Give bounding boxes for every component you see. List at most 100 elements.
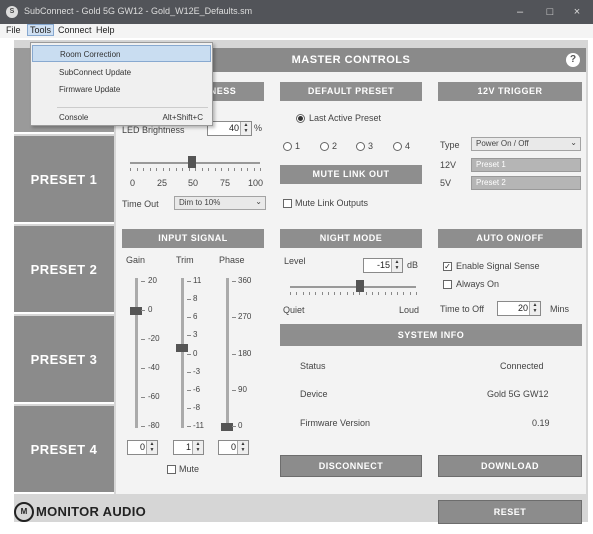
slider-tick-label: 0 <box>238 421 243 430</box>
mute-link-out-header: MUTE LINK OUT <box>280 165 422 184</box>
menu-connect[interactable]: Connect <box>56 25 94 35</box>
time-to-off-stepper[interactable]: 20 ▲ ▼ <box>497 301 541 316</box>
night-level-slider-track[interactable] <box>290 286 416 288</box>
close-button[interactable]: × <box>566 3 588 21</box>
led-tick-100: 100 <box>248 178 264 188</box>
logo-mark-icon: M <box>14 502 34 522</box>
mute-link-outputs-checkbox[interactable] <box>283 199 292 208</box>
chevron-down-icon: ⌄ <box>255 197 262 206</box>
menu-item-firmware-update[interactable]: Firmware Update <box>32 81 211 98</box>
menu-item-console[interactable]: Console Alt+Shift+C <box>32 109 211 126</box>
radio-preset-3[interactable] <box>356 142 365 151</box>
gain-stepper[interactable]: 0 ▲ ▼ <box>127 440 158 455</box>
tick-mark <box>232 281 236 282</box>
menu-help[interactable]: Help <box>94 25 117 35</box>
menu-file[interactable]: File <box>4 25 23 35</box>
slider-tick-label: -11 <box>193 421 204 430</box>
stepper-arrows-icon[interactable]: ▲ ▼ <box>237 441 248 454</box>
tick-mark <box>187 407 191 409</box>
enable-signal-sense-checkbox[interactable]: ✓ <box>443 262 452 271</box>
tick-mark <box>141 310 145 311</box>
trigger-5v-label: 5V <box>440 178 452 188</box>
sidebar-tab-preset-2[interactable]: PRESET 2 <box>14 226 114 314</box>
night-level-slider-thumb[interactable] <box>356 280 364 292</box>
phase-slider-thumb[interactable] <box>221 423 233 431</box>
system-info-header: SYSTEM INFO <box>280 324 582 346</box>
loud-label: Loud <box>399 305 420 315</box>
menu-tools[interactable]: Tools <box>27 24 55 36</box>
led-brightness-label: LED Brightness <box>122 125 185 135</box>
quiet-label: Quiet <box>283 305 305 315</box>
slider-tick-label: -8 <box>193 402 201 412</box>
tick-mark <box>253 168 255 171</box>
slider-tick-label: -40 <box>148 363 160 372</box>
tick-mark <box>296 292 298 295</box>
stepper-arrows-icon[interactable]: ▲ ▼ <box>529 302 540 315</box>
help-icon[interactable]: ? <box>566 53 580 67</box>
night-level-stepper[interactable]: -15 ▲ ▼ <box>363 258 403 273</box>
trigger-12v-dropdown[interactable]: Preset 1 <box>471 158 581 172</box>
stepper-arrows-icon[interactable]: ▲ ▼ <box>391 259 402 272</box>
tick-mark <box>232 389 236 391</box>
radio-last-active-preset[interactable] <box>296 114 305 123</box>
window-title: SubConnect - Gold 5G GW12 - Gold_W12E_De… <box>24 6 253 16</box>
phase-slider-track[interactable] <box>226 278 229 428</box>
download-button[interactable]: DOWNLOAD <box>438 455 582 477</box>
radio-preset-4[interactable] <box>393 142 402 151</box>
trigger-type-value: Power On / Off <box>476 139 529 148</box>
tick-mark <box>187 353 191 355</box>
tick-mark <box>141 281 145 282</box>
tick-mark <box>384 292 386 295</box>
phase-label: Phase <box>219 255 245 265</box>
trim-slider-track[interactable] <box>181 278 184 428</box>
gain-slider-thumb[interactable] <box>130 307 142 315</box>
stepper-arrows-icon[interactable]: ▲ ▼ <box>192 441 203 454</box>
tick-mark <box>346 292 348 295</box>
led-brightness-stepper[interactable]: 40 ▲ ▼ <box>207 121 252 136</box>
minimize-button[interactable]: – <box>509 3 531 21</box>
trim-slider-thumb[interactable] <box>176 344 188 352</box>
tick-mark <box>156 168 157 171</box>
always-on-checkbox[interactable] <box>443 280 452 289</box>
night-level-value: -15 <box>376 260 390 270</box>
maximize-button[interactable]: □ <box>539 3 561 21</box>
tick-mark <box>390 292 392 295</box>
stepper-arrows-icon[interactable]: ▲ ▼ <box>240 122 251 135</box>
tick-mark <box>141 426 145 427</box>
tick-mark <box>187 426 191 427</box>
stepper-arrows-icon[interactable]: ▲ ▼ <box>146 441 157 454</box>
slider-tick-label: 180 <box>238 348 252 358</box>
tick-mark <box>232 353 236 355</box>
trigger-type-dropdown[interactable]: Power On / Off ⌄ <box>471 137 581 151</box>
menu-item-shortcut: Alt+Shift+C <box>162 113 203 122</box>
menu-item-label: Firmware Update <box>59 85 121 94</box>
radio-preset-1-label: 1 <box>295 141 301 151</box>
tick-mark <box>187 389 191 391</box>
trim-stepper[interactable]: 1 ▲ ▼ <box>173 440 204 455</box>
menu-item-subconnect-update[interactable]: SubConnect Update <box>32 64 211 81</box>
tick-mark <box>232 426 236 427</box>
trigger-5v-value: Preset 2 <box>476 178 506 187</box>
slider-tick-label: 11 <box>193 276 202 285</box>
menu-item-room-correction[interactable]: Room Correction <box>32 45 211 62</box>
tick-mark <box>260 168 261 171</box>
tick-mark <box>141 368 145 369</box>
disconnect-button[interactable]: DISCONNECT <box>280 455 422 477</box>
radio-preset-1[interactable] <box>283 142 292 151</box>
tick-mark <box>321 292 323 295</box>
mute-checkbox[interactable] <box>167 465 176 474</box>
tick-mark <box>353 292 354 295</box>
timeout-dropdown[interactable]: Dim to 10% ⌄ <box>174 196 266 210</box>
trigger-5v-dropdown[interactable]: Preset 2 <box>471 176 581 190</box>
gain-slider-track[interactable] <box>135 278 138 428</box>
sidebar-tab-preset-3[interactable]: PRESET 3 <box>14 316 114 404</box>
radio-preset-2[interactable] <box>320 142 329 151</box>
time-to-off-label: Time to Off <box>440 304 485 314</box>
sidebar-tab-preset-1[interactable]: PRESET 1 <box>14 136 114 224</box>
phase-stepper[interactable]: 0 ▲ ▼ <box>218 440 249 455</box>
tick-mark <box>187 299 191 301</box>
led-brightness-slider-thumb[interactable] <box>188 156 196 168</box>
tick-mark <box>169 168 170 171</box>
reset-button[interactable]: RESET <box>438 500 582 524</box>
sidebar-tab-preset-4[interactable]: PRESET 4 <box>14 406 114 494</box>
